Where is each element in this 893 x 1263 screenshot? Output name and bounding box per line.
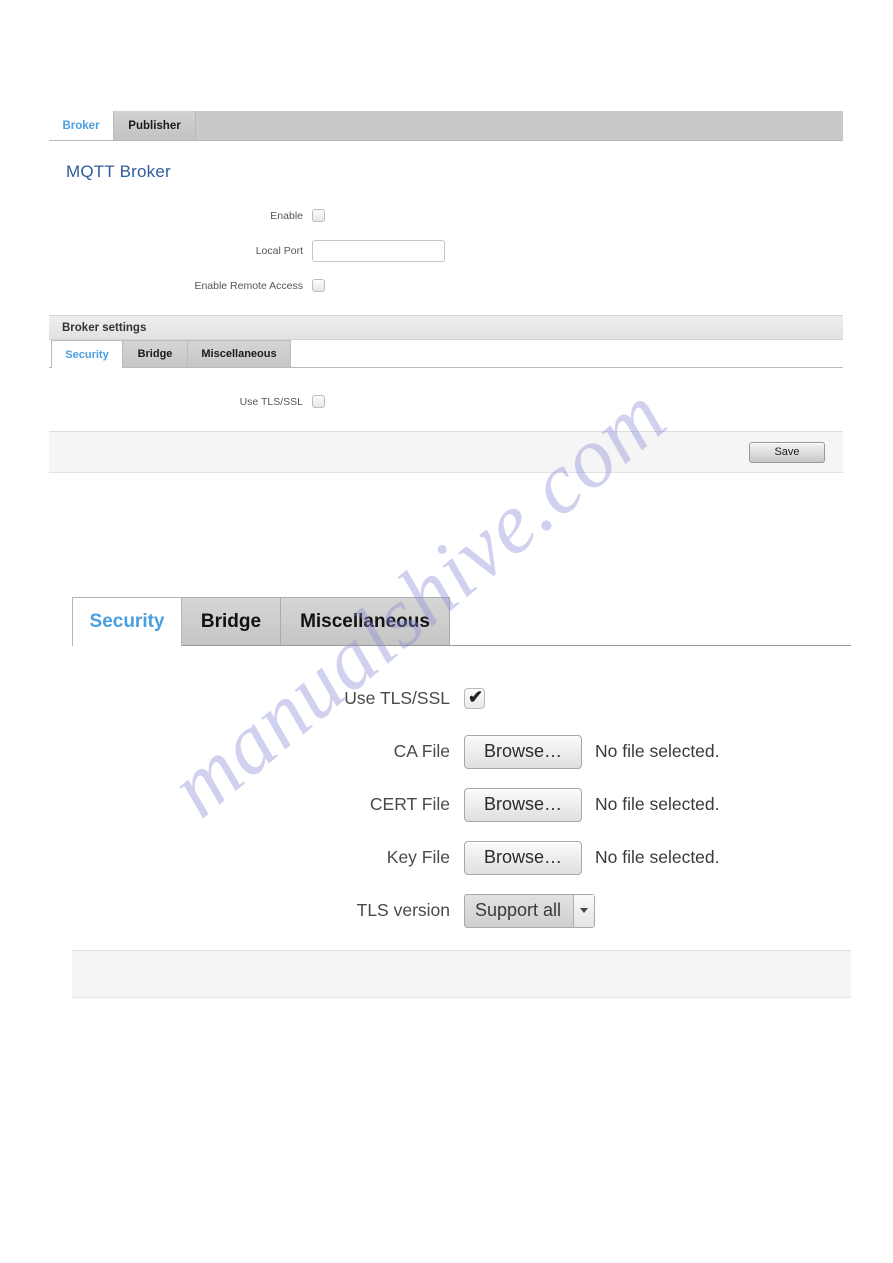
subtabbar-filler <box>290 340 843 368</box>
use-tls-ssl-checkbox[interactable] <box>312 395 325 408</box>
security-subpanel-body: Use TLS/SSL <box>49 368 843 431</box>
detail-subtab-miscellaneous[interactable]: Miscellaneous <box>280 597 450 645</box>
page-title: MQTT Broker <box>66 162 171 181</box>
key-file-status: No file selected. <box>595 847 720 867</box>
subtab-bridge[interactable]: Bridge <box>122 340 188 367</box>
detail-subtab-miscellaneous-label: Miscellaneous <box>300 610 430 632</box>
enable-label: Enable <box>270 209 303 222</box>
key-file-browse-button[interactable]: Browse… <box>464 840 582 875</box>
ca-file-status: No file selected. <box>595 741 720 761</box>
detail-use-tls-ssl-checkbox[interactable]: ✔ <box>464 687 485 709</box>
security-detail-panel: Security Bridge Miscellaneous Use TLS/SS… <box>72 597 851 998</box>
detail-row-cert-file: CERT File Browse… No file selected. <box>72 778 851 831</box>
checkmark-icon: ✔ <box>468 687 484 707</box>
chevron-down-icon <box>573 894 595 927</box>
cert-file-browse-button[interactable]: Browse… <box>464 787 582 822</box>
detail-panel-footer <box>72 950 851 998</box>
security-detail-subtabbar: Security Bridge Miscellaneous <box>72 597 851 646</box>
detail-row-tls-version: TLS version Support all <box>72 884 851 937</box>
subtab-bridge-label: Bridge <box>137 348 173 360</box>
enable-checkbox[interactable] <box>312 209 325 222</box>
detail-subtabbar-filler <box>449 597 851 645</box>
detail-subtab-security[interactable]: Security <box>72 597 182 646</box>
subtab-security[interactable]: Security <box>51 340 123 368</box>
broker-settings-subtabbar: Security Bridge Miscellaneous <box>49 340 843 368</box>
local-port-input[interactable] <box>312 239 445 262</box>
subtab-miscellaneous[interactable]: Miscellaneous <box>187 340 291 367</box>
form-row-local-port: Local Port <box>49 233 843 268</box>
detail-row-ca-file: CA File Browse… No file selected. <box>72 725 851 778</box>
security-detail-body: Use TLS/SSL ✔ CA File Browse… No file se… <box>72 646 851 937</box>
tab-publisher[interactable]: Publisher <box>114 111 196 140</box>
detail-subtab-security-label: Security <box>89 611 165 632</box>
tls-version-selected-value: Support all <box>475 900 562 920</box>
detail-use-tls-ssl-label: Use TLS/SSL <box>344 688 450 708</box>
broker-form: Enable Local Port Enable Remote Access <box>49 182 843 303</box>
tabbar-filler <box>196 111 843 140</box>
ca-file-label: CA File <box>393 741 450 761</box>
cert-file-status: No file selected. <box>595 794 720 814</box>
cert-file-label: CERT File <box>369 794 450 814</box>
form-row-use-tls-ssl: Use TLS/SSL <box>49 384 843 419</box>
tls-version-select[interactable]: Support all <box>464 893 596 928</box>
subtab-miscellaneous-label: Miscellaneous <box>201 348 277 360</box>
tab-broker-label: Broker <box>62 119 100 132</box>
enable-remote-access-checkbox[interactable] <box>312 279 325 292</box>
detail-row-key-file: Key File Browse… No file selected. <box>72 831 851 884</box>
save-button[interactable]: Save <box>749 441 825 463</box>
detail-row-use-tls-ssl: Use TLS/SSL ✔ <box>72 672 851 725</box>
tls-version-label: TLS version <box>356 900 450 920</box>
ca-file-browse-button[interactable]: Browse… <box>464 734 582 769</box>
key-file-label: Key File <box>386 847 450 867</box>
broker-panel-body: MQTT Broker Enable Local Port Enable Rem… <box>49 141 843 473</box>
local-port-label: Local Port <box>255 244 303 257</box>
subtab-security-label: Security <box>65 348 109 361</box>
panel-footer: Save <box>49 431 843 473</box>
detail-subtab-bridge[interactable]: Bridge <box>181 597 281 645</box>
broker-configuration-panel: Broker Publisher MQTT Broker Enable Loca… <box>49 111 843 473</box>
form-row-enable: Enable <box>49 198 843 233</box>
tab-broker[interactable]: Broker <box>49 111 114 140</box>
detail-subtab-bridge-label: Bridge <box>200 610 262 632</box>
tab-publisher-label: Publisher <box>128 119 181 132</box>
form-row-enable-remote-access: Enable Remote Access <box>49 268 843 303</box>
section-header-broker-settings: Broker settings <box>49 315 843 340</box>
enable-remote-access-label: Enable Remote Access <box>194 279 303 292</box>
use-tls-ssl-label: Use TLS/SSL <box>239 395 303 408</box>
main-tabbar: Broker Publisher <box>49 111 843 141</box>
